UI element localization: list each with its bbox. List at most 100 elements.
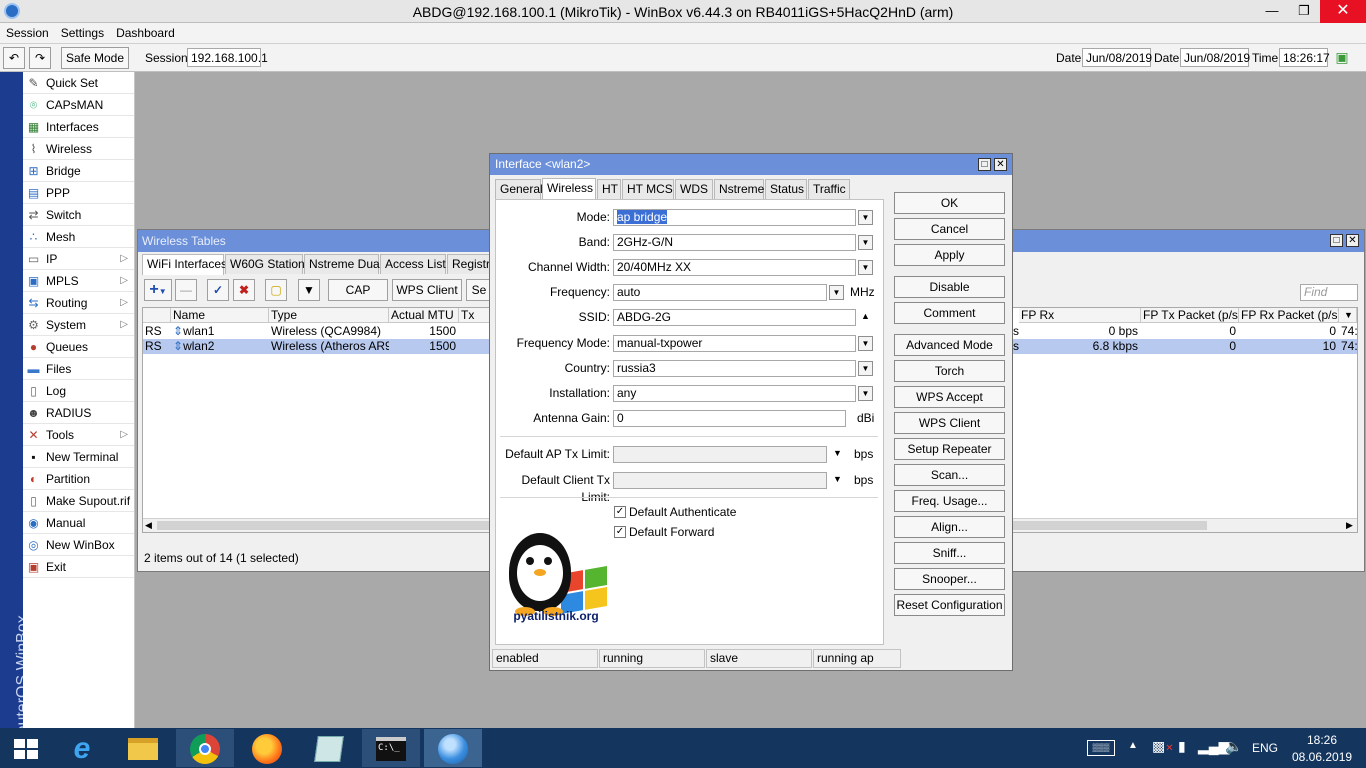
advanced-mode-button[interactable]: Advanced Mode [894, 334, 1005, 356]
tab-nstreme-dual[interactable]: Nstreme Dual [304, 254, 382, 274]
tab-general[interactable]: General [495, 179, 543, 199]
ap-tx-limit-dropdown-icon[interactable]: ▼ [833, 448, 842, 458]
torch-button[interactable]: Torch [894, 360, 1005, 382]
tab-traffic[interactable]: Traffic [808, 179, 850, 199]
tab-nstreme[interactable]: Nstreme [714, 179, 764, 199]
tab-ht-mcs[interactable]: HT MCS [622, 179, 674, 199]
sidebar-item-system[interactable]: ⚙ System ▷ [23, 314, 134, 336]
col-actual-mtu[interactable]: Actual MTU [389, 308, 459, 323]
network-warning-icon[interactable]: ▩✕ [1152, 738, 1174, 755]
disable-button[interactable]: Disable [894, 276, 1005, 298]
col-fp-rx[interactable]: FP Rx [1019, 308, 1141, 323]
scroll-left-icon[interactable]: ◀ [145, 520, 152, 531]
frequency-mode-dropdown-icon[interactable]: ▼ [858, 336, 873, 351]
keyboard-icon[interactable]: ▒▒▒ [1087, 740, 1115, 756]
tab-registration[interactable]: Registra [447, 254, 497, 274]
close-icon[interactable]: ✕ [994, 158, 1007, 171]
country-dropdown-icon[interactable]: ▼ [858, 361, 873, 376]
ssid-input[interactable]: ABDG-2G [613, 309, 856, 326]
col-menu-icon[interactable]: ▼ [1339, 308, 1357, 323]
frequency-select[interactable]: auto [613, 284, 827, 301]
client-tx-limit-input[interactable] [613, 472, 827, 489]
installation-select[interactable]: any [613, 385, 856, 402]
sidebar-item-wireless[interactable]: ⌇ Wireless [23, 138, 134, 160]
ie-taskbar-icon[interactable]: e [54, 729, 112, 767]
sidebar-item-log[interactable]: ▯ Log [23, 380, 134, 402]
close-icon[interactable]: ✕ [1346, 234, 1359, 247]
cap-button[interactable]: CAP [328, 279, 388, 301]
wps-client-button[interactable]: WPS Client [392, 279, 462, 301]
sidebar-item-radius[interactable]: ☻ RADIUS [23, 402, 134, 424]
cancel-button[interactable]: Cancel [894, 218, 1005, 240]
sidebar-item-mpls[interactable]: ▣ MPLS ▷ [23, 270, 134, 292]
col-fp-rx-packet[interactable]: FP Rx Packet (p/s) [1239, 308, 1339, 323]
col-fp-tx-packet[interactable]: FP Tx Packet (p/s) [1141, 308, 1239, 323]
col-flags[interactable] [143, 308, 171, 323]
ok-button[interactable]: OK [894, 192, 1005, 214]
enable-button[interactable]: ✓ [207, 279, 229, 301]
sidebar-item-mesh[interactable]: ∴ Mesh [23, 226, 134, 248]
wps-accept-button[interactable]: WPS Accept [894, 386, 1005, 408]
mode-select[interactable]: ap bridge [613, 209, 856, 226]
snooper-button[interactable]: Snooper... [894, 568, 1005, 590]
channel-width-dropdown-icon[interactable]: ▼ [858, 260, 873, 275]
tab-wds[interactable]: WDS [675, 179, 713, 199]
sidebar-item-new-terminal[interactable]: ▪ New Terminal [23, 446, 134, 468]
frequency-mode-select[interactable]: manual-txpower [613, 335, 856, 352]
sidebar-item-partition[interactable]: ◐ Partition [23, 468, 134, 490]
antenna-gain-input[interactable]: 0 [613, 410, 846, 427]
setup-repeater-button[interactable]: Setup Repeater [894, 438, 1005, 460]
channel-width-select[interactable]: 20/40MHz XX [613, 259, 856, 276]
remove-button[interactable]: — [175, 279, 197, 301]
close-icon[interactable]: ✕ [1320, 0, 1366, 23]
undo-button[interactable]: ↶ [3, 47, 25, 69]
col-tx[interactable]: Tx [459, 308, 493, 323]
redo-button[interactable]: ↷ [29, 47, 51, 69]
mode-dropdown-icon[interactable]: ▼ [858, 210, 873, 225]
sidebar-item-queues[interactable]: ● Queues [23, 336, 134, 358]
firefox-taskbar-icon[interactable] [238, 729, 296, 767]
scan-button[interactable]: Scan... [894, 464, 1005, 486]
tab-wifi-interfaces[interactable]: WiFi Interfaces [142, 254, 227, 275]
installation-dropdown-icon[interactable]: ▼ [858, 386, 873, 401]
freq-usage-button[interactable]: Freq. Usage... [894, 490, 1005, 512]
clock-date[interactable]: 08.06.2019 [1292, 750, 1352, 764]
notepad-taskbar-icon[interactable] [300, 729, 358, 767]
band-select[interactable]: 2GHz-G/N [613, 234, 856, 251]
tab-wireless[interactable]: Wireless [542, 178, 596, 199]
safe-mode-button[interactable]: Safe Mode [61, 47, 129, 69]
filter-button[interactable]: ▼ [298, 279, 320, 301]
ssid-collapse-icon[interactable]: ▲ [861, 311, 870, 321]
sidebar-item-exit[interactable]: ▣ Exit [23, 556, 134, 578]
battery-icon[interactable]: ▮ [1178, 738, 1186, 755]
maximize-icon[interactable]: □ [1330, 234, 1343, 247]
col-name[interactable]: Name [171, 308, 269, 323]
sidebar-item-tools[interactable]: ✕ Tools ▷ [23, 424, 134, 446]
maximize-icon[interactable]: □ [978, 158, 991, 171]
menu-dashboard[interactable]: Dashboard [110, 23, 181, 40]
start-button[interactable] [0, 729, 58, 767]
winbox-taskbar-icon[interactable] [424, 729, 482, 767]
chrome-taskbar-icon[interactable] [176, 729, 234, 767]
sidebar-item-manual[interactable]: ◉ Manual [23, 512, 134, 534]
add-button[interactable]: +▼ [144, 279, 172, 301]
sidebar-item-ip[interactable]: ▭ IP ▷ [23, 248, 134, 270]
menu-settings[interactable]: Settings [55, 23, 110, 40]
sidebar-item-interfaces[interactable]: ▦ Interfaces [23, 116, 134, 138]
sidebar-item-routing[interactable]: ⇆ Routing ▷ [23, 292, 134, 314]
sidebar-item-ppp[interactable]: ▤ PPP [23, 182, 134, 204]
clock-time[interactable]: 18:26 [1307, 733, 1337, 747]
session-field[interactable]: 192.168.100.1 [187, 48, 268, 67]
sidebar-item-capsman[interactable]: ⌾ CAPsMAN [23, 94, 134, 116]
tab-w60g-station[interactable]: W60G Station [225, 254, 305, 274]
sidebar-item-make-supout-rif[interactable]: ▯ Make Supout.rif [23, 490, 134, 512]
frequency-dropdown-icon[interactable]: ▼ [829, 285, 844, 300]
restore-icon[interactable]: ❐ [1288, 0, 1320, 23]
menu-session[interactable]: Session [0, 23, 55, 40]
sidebar-item-switch[interactable]: ⇄ Switch [23, 204, 134, 226]
ap-tx-limit-input[interactable] [613, 446, 827, 463]
sidebar-item-files[interactable]: ▬ Files [23, 358, 134, 380]
default-authenticate-checkbox[interactable]: ✓ [614, 506, 626, 518]
client-tx-limit-dropdown-icon[interactable]: ▼ [833, 474, 842, 484]
comment-button[interactable]: Comment [894, 302, 1005, 324]
